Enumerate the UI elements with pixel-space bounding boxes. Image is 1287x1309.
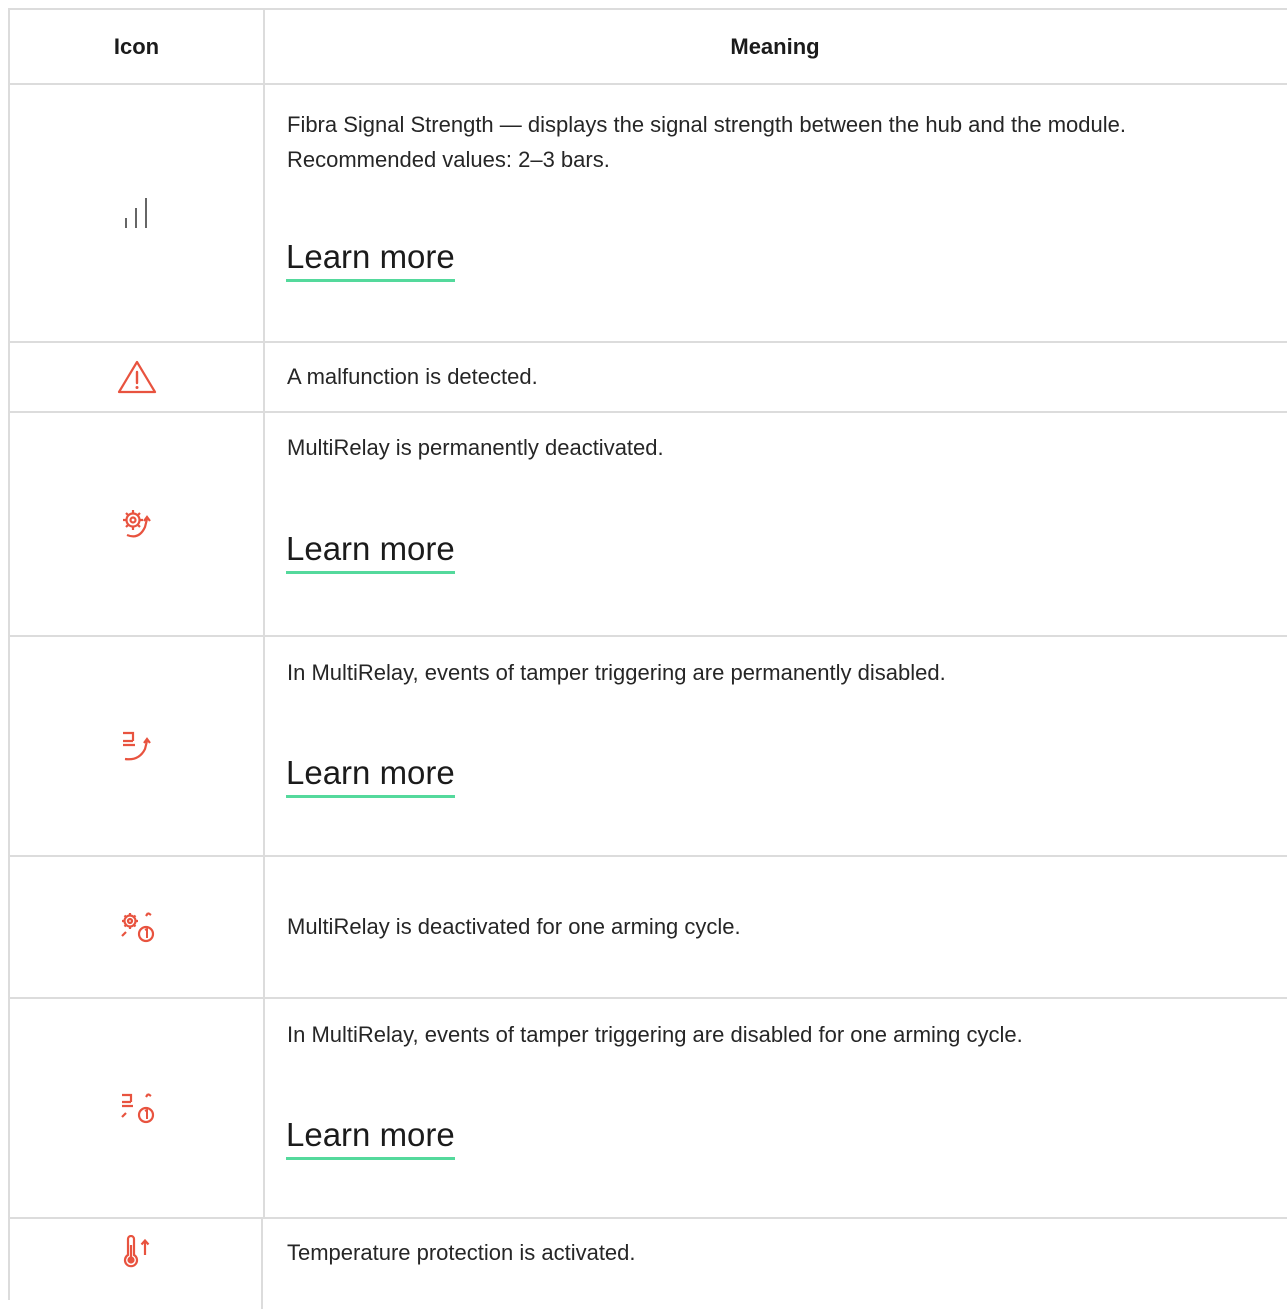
row-meaning-text: In MultiRelay, events of tamper triggeri…: [287, 1022, 1023, 1047]
table-row: MultiRelay is deactivated for one arming…: [10, 857, 1287, 999]
table-row: Temperature protection is activated.: [10, 1219, 1287, 1309]
learn-more-link[interactable]: Learn more: [286, 1115, 455, 1160]
icon-legend-table: Icon Meaning Fibra Signal Strength — dis…: [8, 8, 1287, 1309]
row-meaning-text: Fibra Signal Strength — displays the sig…: [287, 112, 1126, 172]
table-row: Fibra Signal Strength — displays the sig…: [10, 85, 1287, 343]
row-meaning-text: A malfunction is detected.: [287, 364, 538, 389]
table-row: MultiRelay is permanently deactivated. L…: [10, 413, 1287, 637]
thermometer-up-icon: [119, 1235, 153, 1269]
icon-cell: [10, 343, 265, 411]
tamper-disabled-icon: [119, 729, 155, 763]
icon-cell: [10, 637, 265, 855]
table-row: A malfunction is detected.: [10, 343, 1287, 413]
header-icon: Icon: [10, 10, 265, 83]
gear-one-cycle-icon: [118, 910, 156, 944]
gear-deactivated-icon: [119, 507, 155, 541]
signal-strength-icon: [122, 198, 152, 228]
learn-more-link[interactable]: Learn more: [286, 529, 455, 574]
tamper-one-cycle-icon: [118, 1091, 156, 1125]
row-meaning-text: Temperature protection is activated.: [287, 1240, 636, 1265]
warning-triangle-icon: [117, 360, 157, 394]
table-row: In MultiRelay, events of tamper triggeri…: [10, 999, 1287, 1219]
table-header-row: Icon Meaning: [10, 10, 1287, 85]
learn-more-link[interactable]: Learn more: [286, 237, 455, 282]
row-meaning-text: MultiRelay is deactivated for one arming…: [287, 914, 741, 939]
icon-cell: [10, 413, 265, 635]
table-row: In MultiRelay, events of tamper triggeri…: [10, 637, 1287, 857]
row-meaning-text: In MultiRelay, events of tamper triggeri…: [287, 660, 946, 685]
icon-cell: [10, 999, 265, 1217]
icon-cell: [10, 85, 265, 341]
row-meaning-text: MultiRelay is permanently deactivated.: [287, 435, 664, 460]
icon-cell: [10, 1219, 263, 1309]
header-meaning: Meaning: [730, 33, 820, 59]
icon-cell: [10, 857, 265, 997]
learn-more-link[interactable]: Learn more: [286, 753, 455, 798]
